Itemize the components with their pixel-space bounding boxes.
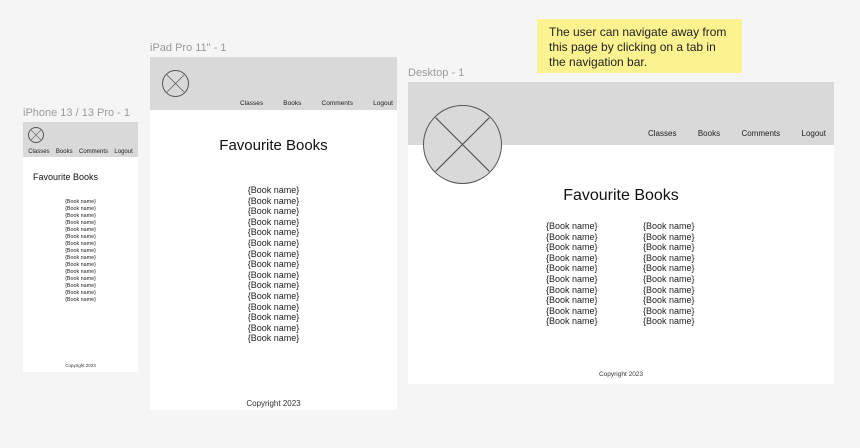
book-name-item: {Book name} [643, 221, 695, 231]
book-name-item: {Book name} [247, 312, 300, 323]
book-list: {Book name} {Book name} {Book name} {Book n… [23, 199, 138, 304]
nav-tab-classes[interactable]: Classes [240, 100, 263, 107]
book-name-item: {Book name} [643, 305, 695, 316]
book-list-column-1: {Book name} {Book name} {Book name} {Book n… [546, 221, 598, 327]
book-name-item: {Book name} [546, 305, 598, 316]
nav-tab-classes[interactable]: Classes [28, 149, 49, 155]
book-name-item: {Book name} [65, 227, 96, 233]
header: Classes Books Comments Logout [23, 122, 138, 157]
book-name-item: {Book name} [65, 206, 96, 212]
book-name-item: {Book name} [247, 227, 300, 238]
book-name-item: {Book name} [643, 263, 695, 274]
book-name-item: {Book name} [65, 297, 96, 303]
book-name-item: {Book name} [65, 262, 96, 268]
book-name-item: {Book name} [546, 231, 598, 242]
nav-tab-books[interactable]: Books [56, 149, 73, 155]
book-name-item: {Book name} [247, 248, 300, 259]
book-name-item: {Book name} [65, 276, 96, 282]
book-name-item: {Book name} [546, 295, 598, 306]
book-name-item: {Book name} [65, 213, 96, 219]
copyright-text: Copyright 2023 [598, 371, 644, 378]
book-name-item: {Book name} [247, 206, 300, 217]
nav-tab-logout[interactable]: Logout [114, 149, 132, 155]
book-name-item: {Book name} [65, 220, 96, 226]
book-name-item: {Book name} [65, 283, 96, 289]
book-name-item: {Book name} [643, 242, 695, 253]
logo-placeholder-icon [28, 127, 44, 143]
book-name-item: {Book name} [546, 252, 598, 263]
book-name-item: {Book name} [247, 185, 300, 195]
nav-tab-books[interactable]: Books [283, 100, 301, 107]
copyright-text: Copyright 2023 [246, 399, 301, 408]
logo-placeholder-icon [162, 70, 189, 97]
book-name-item: {Book name} [247, 216, 300, 227]
book-list: {Book name} {Book name} {Book name} {Book n… [150, 185, 397, 344]
desktop-frame: Classes Books Comments Logout Favourite … [408, 82, 834, 384]
book-name-item: {Book name} [643, 273, 695, 284]
book-name-item: {Book name} [65, 290, 96, 296]
book-name-item: {Book name} [643, 284, 695, 295]
book-name-item: {Book name} [65, 269, 96, 275]
book-name-item: {Book name} [247, 280, 300, 291]
book-name-item: {Book name} [643, 231, 695, 242]
book-name-item: {Book name} [643, 316, 695, 327]
page-title: Favourite Books [33, 172, 99, 182]
page-title: Favourite Books [219, 137, 328, 154]
book-name-item: {Book name} [247, 237, 300, 248]
nav-bar: Classes Books Comments Logout [648, 129, 826, 138]
nav-tab-classes[interactable]: Classes [648, 129, 676, 138]
book-name-item: {Book name} [247, 269, 300, 280]
frame-label-desktop: Desktop - 1 [408, 67, 465, 79]
book-name-item: {Book name} [65, 199, 96, 205]
book-name-item: {Book name} [65, 241, 96, 247]
phone-frame: Classes Books Comments Logout Favourite … [23, 122, 138, 372]
ipad-frame: Classes Books Comments Logout Favourite … [150, 57, 397, 410]
book-name-item: {Book name} [546, 221, 598, 231]
annotation-note: The user can navigate away from this pag… [537, 19, 742, 73]
nav-tab-logout[interactable]: Logout [802, 129, 826, 138]
book-name-item: {Book name} [247, 290, 300, 301]
book-name-item: {Book name} [546, 242, 598, 253]
book-name-item: {Book name} [643, 252, 695, 263]
frame-label-phone: iPhone 13 / 13 Pro - 1 [23, 107, 131, 119]
book-name-item: {Book name} [247, 259, 300, 270]
nav-tab-comments[interactable]: Comments [322, 100, 353, 107]
copyright-text: Copyright 2023 [65, 363, 96, 368]
book-name-item: {Book name} [247, 333, 300, 344]
book-name-item: {Book name} [247, 301, 300, 312]
book-name-item: {Book name} [65, 255, 96, 261]
book-name-item: {Book name} [546, 263, 598, 274]
nav-tab-comments[interactable]: Comments [741, 129, 780, 138]
book-name-item: {Book name} [247, 322, 300, 333]
header: Classes Books Comments Logout [150, 57, 397, 110]
book-name-item: {Book name} [546, 316, 598, 327]
nav-tab-comments[interactable]: Comments [79, 149, 108, 155]
nav-tab-logout[interactable]: Logout [373, 100, 393, 107]
frame-label-ipad: iPad Pro 11" - 1 [150, 42, 227, 54]
nav-bar: Classes Books Comments Logout [23, 149, 138, 155]
nav-tab-books[interactable]: Books [698, 129, 720, 138]
book-name-item: {Book name} [546, 284, 598, 295]
book-list-column-2: {Book name} {Book name} {Book name} {Book n… [643, 221, 695, 327]
book-name-item: {Book name} [65, 248, 96, 254]
page-title: Favourite Books [563, 187, 679, 204]
book-name-item: {Book name} [643, 295, 695, 306]
book-name-item: {Book name} [65, 234, 96, 240]
logo-placeholder-icon [423, 105, 502, 184]
nav-bar: Classes Books Comments Logout [240, 100, 393, 107]
book-name-item: {Book name} [247, 195, 300, 206]
book-name-item: {Book name} [546, 273, 598, 284]
